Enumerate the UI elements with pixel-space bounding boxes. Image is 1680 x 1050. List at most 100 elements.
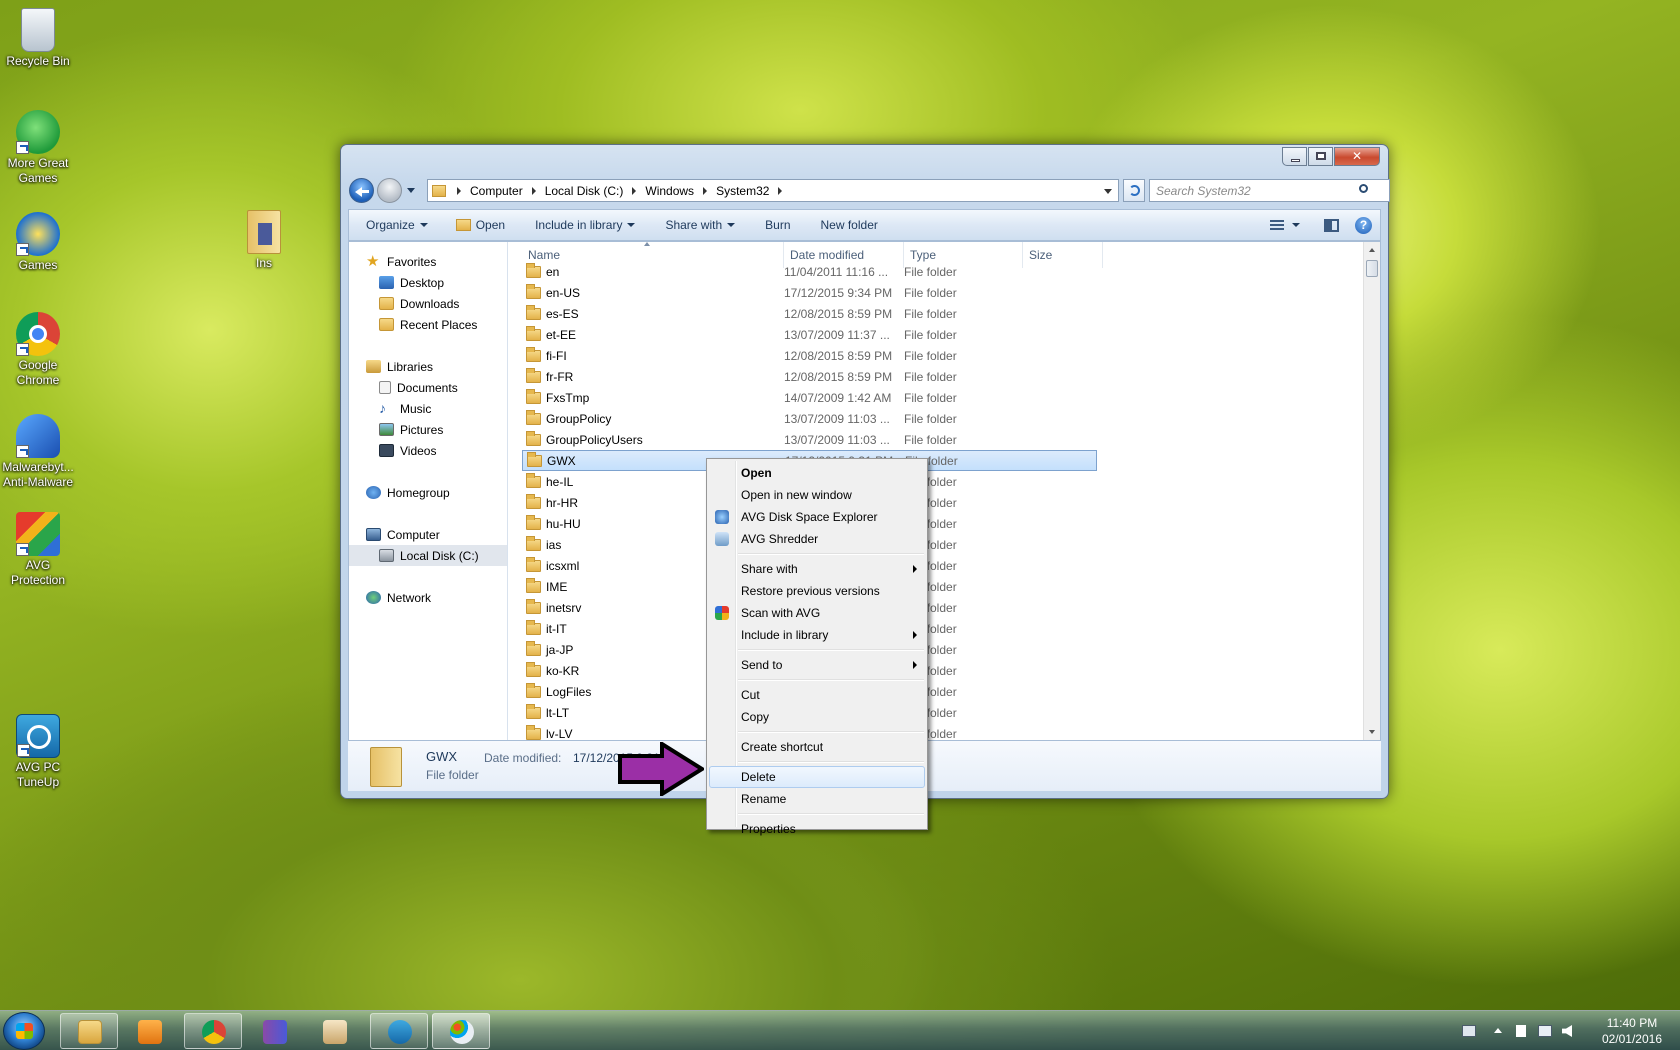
organize-button[interactable]: Organize [349, 210, 438, 240]
context-menu-item-delete[interactable]: Delete [709, 766, 925, 788]
nav-videos[interactable]: Videos [349, 440, 507, 461]
nav-documents[interactable]: Documents [349, 377, 507, 398]
taskbar-explorer[interactable] [60, 1013, 118, 1049]
recent-pages-dropdown[interactable] [407, 188, 415, 193]
table-row[interactable]: FxsTmp 14/07/2009 1:42 AM File folder [522, 388, 1097, 409]
volume-icon[interactable] [1562, 1025, 1572, 1037]
file-name: he-IL [546, 475, 574, 489]
desktop-icon-games[interactable]: Games [0, 212, 76, 273]
vertical-scrollbar[interactable] [1363, 242, 1380, 740]
preview-pane-button[interactable] [1312, 210, 1351, 240]
desktop-icon-malwarebytes[interactable]: Malwarebyt... Anti-Malware [0, 414, 76, 490]
nav-network[interactable]: Network [349, 587, 507, 608]
context-menu-item-rename[interactable]: Rename [709, 788, 925, 810]
nav-local-disk[interactable]: Local Disk (C:) [349, 545, 507, 566]
address-bar[interactable]: Computer Local Disk (C:) Windows System3… [427, 179, 1119, 202]
context-menu-item-open[interactable]: Open [709, 462, 925, 484]
address-history-dropdown[interactable] [1104, 189, 1112, 194]
context-menu-item-cut[interactable]: Cut [709, 684, 925, 706]
context-menu-item-copy[interactable]: Copy [709, 706, 925, 728]
taskbar-media-player[interactable] [120, 1013, 178, 1049]
close-button[interactable]: ✕ [1334, 147, 1380, 166]
nav-libraries[interactable]: Libraries [349, 356, 507, 377]
nav-desktop[interactable]: Desktop [349, 272, 507, 293]
context-menu-item-properties[interactable]: Properties [709, 818, 925, 840]
shortcut-arrow-icon [16, 543, 29, 556]
taskbar-avg[interactable] [305, 1013, 363, 1049]
table-row[interactable]: en 11/04/2011 11:16 ... File folder [522, 262, 1097, 283]
taskbar-tuneup[interactable] [370, 1013, 428, 1049]
chrome-icon [202, 1020, 226, 1044]
taskbar-paint[interactable] [432, 1013, 490, 1049]
context-menu-item-create-shortcut[interactable]: Create shortcut [709, 736, 925, 758]
nav-computer[interactable]: Computer [349, 524, 507, 545]
open-button[interactable]: Open [438, 210, 515, 240]
avg-icon [323, 1020, 347, 1044]
table-row[interactable]: en-US 17/12/2015 9:34 PM File folder [522, 283, 1097, 304]
refresh-button[interactable] [1123, 179, 1145, 202]
minimize-button[interactable] [1282, 147, 1307, 166]
nav-music[interactable]: ♪ Music [349, 398, 507, 419]
start-button[interactable] [3, 1012, 45, 1050]
table-row[interactable]: es-ES 12/08/2015 8:59 PM File folder [522, 304, 1097, 325]
nav-pictures[interactable]: Pictures [349, 419, 507, 440]
nav-downloads[interactable]: Downloads [349, 293, 507, 314]
network-icon[interactable] [1538, 1025, 1552, 1037]
breadcrumb-system32[interactable]: System32 [716, 184, 769, 198]
context-menu-item-restore-previous-versions[interactable]: Restore previous versions [709, 580, 925, 602]
action-center-flag-icon[interactable] [1516, 1025, 1526, 1037]
desktop-icon-recycle-bin[interactable]: Recycle Bin [0, 8, 76, 69]
more-views-dropdown[interactable] [1290, 210, 1312, 240]
nav-favorites[interactable]: ★ Favorites [349, 251, 507, 272]
taskbar-chrome[interactable] [184, 1013, 242, 1049]
taskbar-winrar[interactable] [245, 1013, 303, 1049]
scroll-down-arrow-icon[interactable] [1369, 730, 1375, 734]
context-menu-item-avg-shredder[interactable]: AVG Shredder [709, 528, 925, 550]
context-menu-item-include-in-library[interactable]: Include in library [709, 624, 925, 646]
folder-icon [526, 326, 541, 341]
help-button[interactable]: ? [1351, 210, 1380, 240]
desktop-icon-avg-protection[interactable]: AVG Protection [0, 512, 76, 588]
chevron-down-icon [627, 223, 636, 227]
context-menu-item-share-with[interactable]: Share with [709, 558, 925, 580]
include-in-library-button[interactable]: Include in library [515, 210, 645, 240]
breadcrumb-separator-icon[interactable] [778, 186, 783, 195]
menu-separator [738, 761, 924, 763]
change-view-button[interactable] [1264, 210, 1290, 240]
breadcrumb-windows[interactable]: Windows [645, 184, 694, 198]
nav-homegroup[interactable]: Homegroup [349, 482, 507, 503]
context-menu-item-open-in-new-window[interactable]: Open in new window [709, 484, 925, 506]
table-row[interactable]: et-EE 13/07/2009 11:37 ... File folder [522, 325, 1097, 346]
context-menu-item-scan-with-avg[interactable]: Scan with AVG [709, 602, 925, 624]
breadcrumb-separator-icon[interactable] [703, 186, 708, 195]
file-date-modified: 13/07/2009 11:03 ... [784, 412, 890, 426]
desktop-icon-avg-tuneup[interactable]: AVG PC TuneUp [0, 714, 76, 790]
new-folder-button[interactable]: New folder [801, 210, 888, 240]
scroll-up-arrow-icon[interactable] [1369, 248, 1375, 252]
show-hidden-icons-chevron-icon[interactable] [1494, 1028, 1502, 1033]
table-row[interactable]: GroupPolicyUsers 13/07/2009 11:03 ... File… [522, 430, 1097, 451]
back-button[interactable] [349, 178, 374, 203]
breadcrumb-local-disk[interactable]: Local Disk (C:) [545, 184, 624, 198]
scrollbar-thumb[interactable] [1366, 260, 1378, 277]
share-with-button[interactable]: Share with [645, 210, 745, 240]
desktop-icon-more-great-games[interactable]: More Great Games [0, 110, 76, 186]
system-clock[interactable]: 11:40 PM 02/01/2016 [1602, 1015, 1662, 1047]
file-type: File folder [904, 286, 957, 300]
search-input[interactable]: Search System32 [1149, 179, 1390, 202]
forward-button[interactable] [377, 178, 402, 203]
desktop-icon-google-chrome[interactable]: Google Chrome [0, 312, 76, 388]
context-menu-item-send-to[interactable]: Send to [709, 654, 925, 676]
maximize-button[interactable] [1308, 147, 1333, 166]
breadcrumb-computer[interactable]: Computer [470, 184, 523, 198]
keyboard-icon[interactable] [1462, 1025, 1476, 1037]
breadcrumb-separator-icon[interactable] [531, 186, 536, 195]
context-menu-item-avg-disk-space-explorer[interactable]: AVG Disk Space Explorer [709, 506, 925, 528]
table-row[interactable]: GroupPolicy 13/07/2009 11:03 ... File fold… [522, 409, 1097, 430]
nav-recent-places[interactable]: Recent Places [349, 314, 507, 335]
table-row[interactable]: fi-FI 12/08/2015 8:59 PM File folder [522, 346, 1097, 367]
burn-button[interactable]: Burn [745, 210, 800, 240]
table-row[interactable]: fr-FR 12/08/2015 8:59 PM File folder [522, 367, 1097, 388]
desktop-icon-ins[interactable]: Ins [226, 210, 302, 271]
breadcrumb-separator-icon[interactable] [632, 186, 637, 195]
